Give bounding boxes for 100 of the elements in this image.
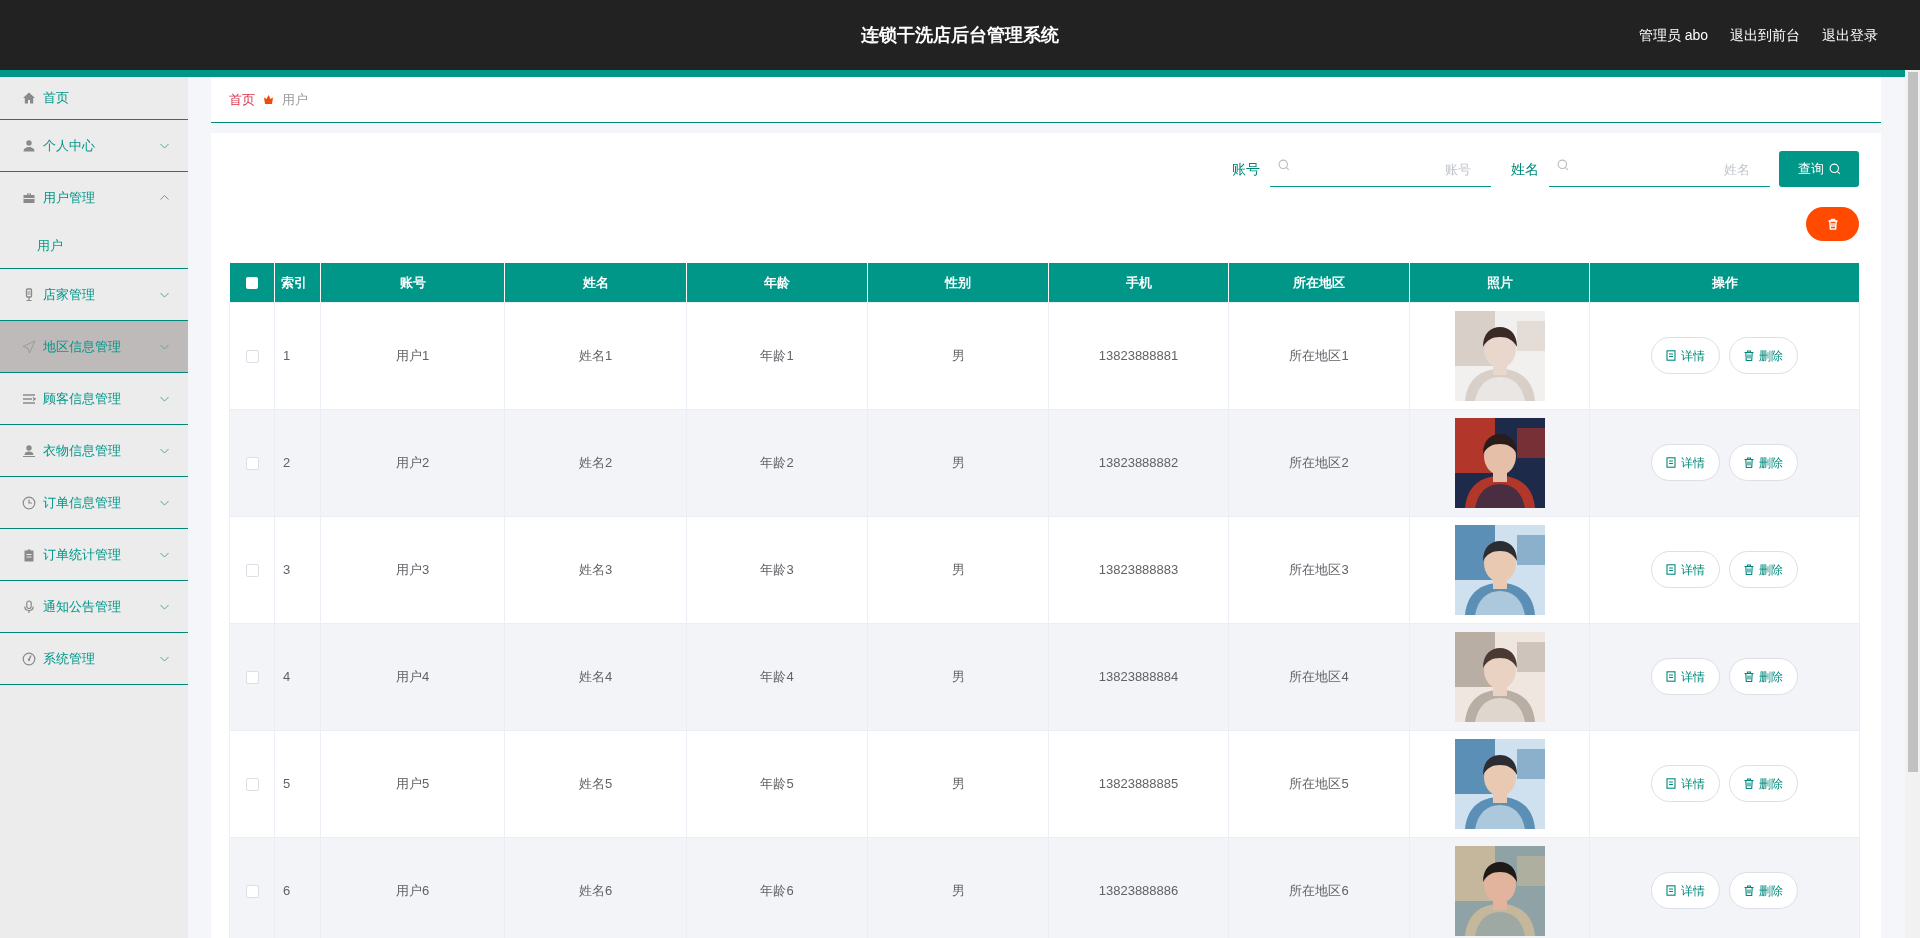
detail-button[interactable]: 详情 bbox=[1651, 658, 1720, 695]
row-checkbox[interactable] bbox=[245, 670, 259, 684]
table-cell: 用户1 bbox=[395, 347, 430, 363]
row-checkbox[interactable] bbox=[245, 349, 259, 363]
sidebar-item[interactable]: 通知公告管理 bbox=[0, 581, 188, 632]
select-all-checkbox[interactable] bbox=[245, 277, 258, 289]
table-cell: 男 bbox=[951, 775, 965, 791]
sidebar-item[interactable]: 首页 bbox=[0, 77, 188, 119]
chevron-down-icon bbox=[159, 290, 170, 299]
search-icon bbox=[1557, 159, 1569, 171]
table-cell: 1 bbox=[283, 347, 291, 363]
sidebar-subitem[interactable]: 用户 bbox=[37, 235, 63, 256]
search-icon bbox=[1828, 163, 1841, 175]
microphone-icon bbox=[22, 599, 36, 614]
delete-button[interactable] bbox=[1806, 207, 1859, 241]
row-checkbox[interactable] bbox=[245, 456, 259, 470]
table-cell: 姓名5 bbox=[578, 775, 613, 791]
query-button[interactable]: 查询 bbox=[1779, 151, 1859, 187]
table-cell: 13823888881 bbox=[1098, 347, 1179, 363]
row-checkbox[interactable] bbox=[245, 777, 259, 791]
table-cell: 姓名3 bbox=[578, 561, 613, 577]
table-cell: 男 bbox=[951, 347, 965, 363]
detail-button[interactable]: 详情 bbox=[1651, 872, 1720, 909]
field-label: 账号 bbox=[1232, 159, 1260, 179]
table-cell: 男 bbox=[951, 668, 965, 684]
delete-row-button[interactable]: 删除 bbox=[1729, 444, 1798, 481]
table-cell: 年龄4 bbox=[760, 668, 794, 684]
table-cell: 男 bbox=[951, 561, 965, 577]
chevron-down-icon bbox=[159, 446, 170, 455]
detail-button[interactable]: 详情 bbox=[1651, 337, 1720, 374]
breadcrumb-link[interactable]: 首页 bbox=[229, 89, 255, 110]
document-icon bbox=[1666, 457, 1676, 468]
sidebar-item[interactable]: 个人中心 bbox=[0, 120, 188, 171]
table-cell: 5 bbox=[283, 775, 291, 791]
column-header: 所在地区 bbox=[1293, 274, 1345, 290]
column-header: 性别 bbox=[945, 274, 971, 290]
table-cell: 13823888885 bbox=[1098, 775, 1179, 791]
sidebar-item[interactable]: 订单信息管理 bbox=[0, 477, 188, 528]
table-cell: 所在地区4 bbox=[1289, 668, 1349, 684]
field-label: 姓名 bbox=[1511, 159, 1539, 179]
chevron-down-icon bbox=[159, 602, 170, 611]
delete-row-button[interactable]: 删除 bbox=[1729, 658, 1798, 695]
chevron-down-icon bbox=[159, 141, 170, 150]
detail-button[interactable]: 详情 bbox=[1651, 765, 1720, 802]
column-header: 姓名 bbox=[582, 274, 609, 290]
clipboard-icon bbox=[22, 547, 36, 562]
chevron-down-icon bbox=[159, 550, 170, 559]
separator-icon bbox=[263, 94, 274, 105]
sidebar-item[interactable]: 衣物信息管理 bbox=[0, 425, 188, 476]
table-cell: 年龄6 bbox=[760, 882, 794, 898]
sidebar-item[interactable]: 顾客信息管理 bbox=[0, 373, 188, 424]
delete-row-button[interactable]: 删除 bbox=[1729, 765, 1798, 802]
trash-icon bbox=[1744, 671, 1754, 682]
table-cell: 姓名4 bbox=[578, 668, 613, 684]
table-cell: 13823888884 bbox=[1098, 668, 1179, 684]
column-header: 账号 bbox=[399, 274, 426, 290]
table-cell: 用户5 bbox=[395, 775, 430, 791]
document-icon bbox=[1666, 350, 1676, 361]
table-cell: 6 bbox=[283, 882, 291, 898]
table-cell: 13823888886 bbox=[1098, 882, 1179, 898]
header-link[interactable]: 退出到前台 bbox=[1730, 24, 1800, 46]
table-cell: 13823888882 bbox=[1098, 454, 1179, 470]
detail-button[interactable]: 详情 bbox=[1651, 551, 1720, 588]
sidebar-item[interactable]: 订单统计管理 bbox=[0, 529, 188, 580]
document-icon bbox=[1666, 564, 1676, 575]
column-header: 操作 bbox=[1711, 274, 1738, 290]
trash-icon bbox=[1744, 564, 1754, 575]
chevron-down-icon bbox=[159, 342, 170, 351]
scrollbar[interactable] bbox=[1905, 70, 1920, 938]
gauge-icon bbox=[22, 651, 36, 666]
chevron-down-icon bbox=[159, 498, 170, 507]
table-cell: 所在地区3 bbox=[1289, 561, 1349, 577]
detail-button[interactable]: 详情 bbox=[1651, 444, 1720, 481]
home-icon bbox=[22, 91, 36, 105]
delete-row-button[interactable]: 删除 bbox=[1729, 872, 1798, 909]
chevron-down-icon bbox=[159, 394, 170, 403]
table-cell: 13823888883 bbox=[1098, 561, 1179, 577]
row-checkbox[interactable] bbox=[245, 563, 259, 577]
table-cell: 所在地区1 bbox=[1289, 347, 1349, 363]
table-cell: 年龄5 bbox=[760, 775, 794, 791]
sidebar-item[interactable]: 店家管理 bbox=[0, 269, 188, 320]
admin-user: 管理员 abo bbox=[1638, 25, 1708, 45]
sidebar-item[interactable]: 系统管理 bbox=[0, 633, 188, 684]
table-cell: 所在地区6 bbox=[1289, 882, 1349, 898]
delete-row-button[interactable]: 删除 bbox=[1729, 551, 1798, 588]
table-cell: 3 bbox=[283, 561, 291, 577]
row-checkbox[interactable] bbox=[245, 884, 259, 898]
search-field[interactable]: 姓名 bbox=[1549, 153, 1770, 187]
search-field[interactable]: 账号 bbox=[1270, 153, 1491, 187]
table-cell: 用户3 bbox=[395, 561, 430, 577]
sidebar-item[interactable]: 用户管理 bbox=[0, 172, 188, 223]
trash-icon bbox=[1744, 457, 1754, 468]
person-icon bbox=[22, 443, 36, 458]
column-header: 索引 bbox=[281, 274, 307, 290]
header-link[interactable]: 退出登录 bbox=[1822, 24, 1878, 46]
chevron-up-icon bbox=[159, 193, 170, 202]
delete-row-button[interactable]: 删除 bbox=[1729, 337, 1798, 374]
table-cell: 年龄3 bbox=[760, 561, 794, 577]
document-icon bbox=[1666, 671, 1676, 682]
table-cell: 姓名6 bbox=[578, 882, 613, 898]
